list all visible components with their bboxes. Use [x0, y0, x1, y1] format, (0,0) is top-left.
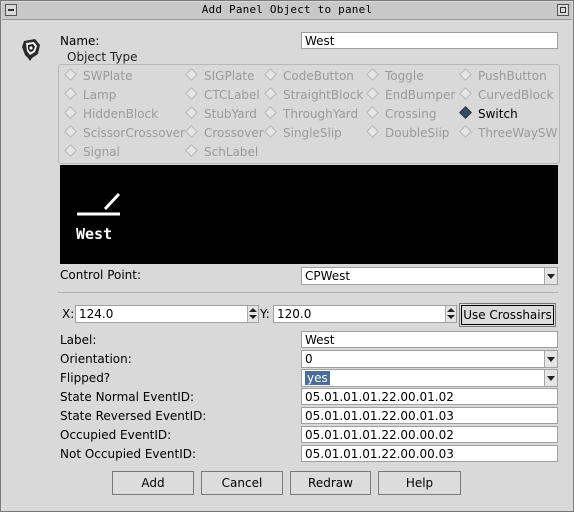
state-reversed-label: State Reversed EventID:: [60, 409, 207, 423]
switch-symbol-icon: [77, 192, 121, 216]
not-occupied-label: Not Occupied EventID:: [60, 447, 197, 461]
radio-scissorcrossover[interactable]: ScissorCrossover: [64, 125, 185, 142]
radio-icon: [185, 144, 198, 157]
x-value: 124.0: [79, 307, 114, 321]
radio-icon: [366, 106, 379, 119]
radio-icon: [185, 125, 198, 138]
radio-curvedblock[interactable]: CurvedBlock: [459, 87, 553, 104]
app-icon: [22, 39, 40, 61]
radio-icon: [185, 87, 198, 100]
radio-throughyard[interactable]: ThroughYard: [264, 106, 358, 123]
radio-ctclabel[interactable]: CTCLabel: [185, 87, 260, 104]
maximize-icon[interactable]: [557, 4, 569, 16]
object-type-title: Object Type: [66, 50, 139, 64]
radio-icon: [64, 106, 77, 119]
radio-icon: [185, 68, 198, 81]
orientation-label: Orientation:: [60, 352, 132, 366]
name-label: Name:: [60, 34, 100, 48]
radio-icon: [264, 125, 277, 138]
redraw-button[interactable]: Redraw: [290, 471, 371, 495]
radio-icon: [366, 87, 379, 100]
radio-stubyard[interactable]: StubYard: [185, 106, 257, 123]
radio-threewaysw[interactable]: ThreeWaySW: [459, 125, 557, 142]
state-normal-field[interactable]: 05.01.01.01.22.00.01.02: [301, 388, 558, 405]
radio-selected-icon: [459, 106, 472, 119]
flipped-value: yes: [305, 371, 330, 385]
radio-icon: [64, 125, 77, 138]
radio-crossover[interactable]: Crossover: [185, 125, 264, 142]
control-point-value: CPWest: [305, 269, 351, 283]
radio-swplate[interactable]: SWPlate: [64, 68, 133, 85]
add-button[interactable]: Add: [112, 471, 194, 495]
radio-icon: [264, 106, 277, 119]
chevron-down-icon[interactable]: [544, 370, 557, 386]
radio-lamp[interactable]: Lamp: [64, 87, 116, 104]
preview-canvas: West: [60, 165, 558, 264]
y-value: 120.0: [277, 307, 312, 321]
y-spinner[interactable]: 120.0: [273, 305, 457, 323]
control-point-select[interactable]: CPWest: [301, 267, 558, 285]
label-field[interactable]: West: [301, 331, 558, 348]
radio-icon: [64, 144, 77, 157]
help-button[interactable]: Help: [378, 471, 461, 495]
radio-icon: [459, 87, 472, 100]
radio-icon: [366, 125, 379, 138]
orientation-value: 0: [305, 352, 313, 366]
preview-label: West: [76, 225, 113, 243]
radio-icon: [64, 68, 77, 81]
radio-icon: [459, 125, 472, 138]
radio-icon: [459, 68, 472, 81]
radio-icon: [185, 106, 198, 119]
radio-pushbutton[interactable]: PushButton: [459, 68, 547, 85]
radio-sigplate[interactable]: SIGPlate: [185, 68, 254, 85]
name-field[interactable]: West: [301, 32, 558, 49]
x-spinner[interactable]: 124.0: [75, 305, 259, 323]
radio-endbumper[interactable]: EndBumper: [366, 87, 455, 104]
radio-signal[interactable]: Signal: [64, 144, 120, 161]
radio-icon: [64, 87, 77, 100]
occupied-label: Occupied EventID:: [60, 428, 172, 442]
flipped-label: Flipped?: [60, 371, 111, 385]
control-point-label: Control Point:: [60, 268, 142, 282]
radio-crossing[interactable]: Crossing: [366, 106, 436, 123]
orientation-select[interactable]: 0: [301, 350, 558, 368]
spinner-arrows-icon[interactable]: [247, 306, 258, 322]
radio-straightblock[interactable]: StraightBlock: [264, 87, 363, 104]
chevron-down-icon[interactable]: [544, 268, 557, 284]
radio-icon: [264, 68, 277, 81]
radio-hiddenblock[interactable]: HiddenBlock: [64, 106, 158, 123]
radio-schlabel[interactable]: SchLabel: [185, 144, 258, 161]
label-label: Label:: [60, 333, 97, 347]
state-reversed-field[interactable]: 05.01.01.01.22.00.01.03: [301, 407, 558, 424]
state-normal-label: State Normal EventID:: [60, 390, 195, 404]
radio-singleslip[interactable]: SingleSlip: [264, 125, 342, 142]
radio-doubleslip[interactable]: DoubleSlip: [366, 125, 449, 142]
radio-icon: [264, 87, 277, 100]
radio-toggle[interactable]: Toggle: [366, 68, 424, 85]
radio-switch[interactable]: Switch: [459, 106, 518, 123]
spinner-arrows-icon[interactable]: [445, 306, 456, 322]
x-label: X:: [62, 307, 75, 321]
flipped-select[interactable]: yes: [301, 369, 558, 387]
title-bar[interactable]: Add Panel Object to panel: [2, 2, 572, 20]
window-title: Add Panel Object to panel: [201, 3, 373, 16]
use-crosshairs-button[interactable]: Use Crosshairs: [459, 303, 556, 327]
occupied-field[interactable]: 05.01.01.01.22.00.00.02: [301, 426, 558, 443]
y-label: Y:: [260, 307, 270, 321]
chevron-down-icon[interactable]: [544, 351, 557, 367]
cancel-button[interactable]: Cancel: [201, 471, 283, 495]
radio-codebutton[interactable]: CodeButton: [264, 68, 354, 85]
radio-icon: [366, 68, 379, 81]
not-occupied-field[interactable]: 05.01.01.01.22.00.00.03: [301, 445, 558, 462]
